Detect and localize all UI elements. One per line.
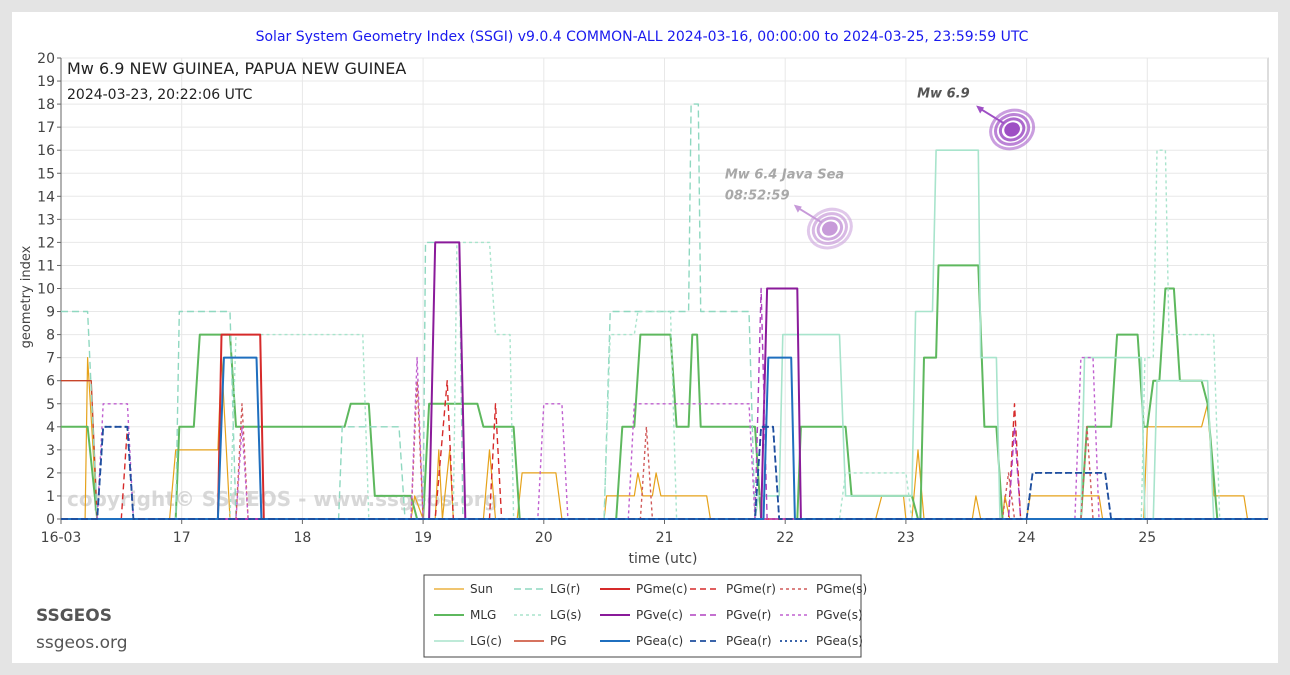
y-tick-label: 6 (46, 374, 55, 390)
marker-sublabel: 08:52:59 (725, 189, 790, 204)
chart-title: Solar System Geometry Index (SSGI) v9.0.… (256, 29, 1029, 45)
marker-label: Mw 6.4 Java Sea (725, 168, 844, 183)
legend-label: LG(s) (550, 608, 582, 622)
event-title: Mw 6.9 NEW GUINEA, PAPUA NEW GUINEA (67, 59, 406, 78)
y-tick-label: 1 (46, 489, 55, 505)
legend-label: PGme(s) (816, 582, 867, 596)
x-tick-label: 21 (656, 530, 674, 546)
y-axis-label: geometry index (19, 245, 34, 348)
brand-url: ssgeos.org (36, 633, 128, 653)
x-tick-label: 18 (293, 530, 311, 546)
grid (60, 57, 1269, 520)
x-tick-label: 24 (1018, 530, 1036, 546)
y-tick-label: 7 (46, 351, 55, 367)
y-tick-label: 10 (37, 282, 55, 298)
legend-label: Sun (470, 582, 493, 596)
legend-label: PGme(r) (726, 582, 776, 596)
y-tick-label: 14 (37, 189, 55, 205)
y-tick-label: 5 (46, 397, 55, 413)
x-tick-label: 16-03 (41, 530, 82, 546)
legend-label: PGea(r) (726, 634, 772, 648)
y-tick-label: 15 (37, 166, 55, 182)
chart-frame: Solar System Geometry Index (SSGI) v9.0.… (12, 12, 1278, 663)
legend-label: MLG (470, 608, 496, 622)
marker-label: Mw 6.9 (917, 86, 970, 101)
y-tick-label: 13 (37, 212, 55, 228)
y-tick-label: 12 (37, 235, 55, 251)
y-tick-label: 3 (46, 443, 55, 459)
y-tick-label: 0 (46, 512, 55, 528)
legend-label: PGea(s) (816, 634, 863, 648)
legend-label: PG (550, 634, 567, 648)
y-tick-label: 18 (37, 97, 55, 113)
x-tick-label: 23 (897, 530, 915, 546)
y-tick-label: 9 (46, 305, 55, 321)
y-tick-label: 4 (46, 420, 55, 436)
y-tick-label: 8 (46, 328, 55, 344)
y-tick-label: 2 (46, 466, 55, 482)
legend-label: PGme(c) (636, 582, 688, 596)
x-tick-label: 22 (776, 530, 794, 546)
legend-label: LG(c) (470, 634, 502, 648)
legend-label: PGea(c) (636, 634, 683, 648)
x-tick-label: 17 (173, 530, 191, 546)
legend-label: LG(r) (550, 582, 580, 596)
x-tick-label: 19 (414, 530, 432, 546)
y-tick-label: 16 (37, 143, 55, 159)
y-tick-label: 17 (37, 120, 55, 136)
x-tick-label: 25 (1138, 530, 1156, 546)
legend-label: PGve(s) (816, 608, 863, 622)
x-tick-label: 20 (535, 530, 553, 546)
y-tick-label: 11 (37, 258, 55, 274)
chart-svg: Solar System Geometry Index (SSGI) v9.0.… (19, 29, 1269, 658)
legend-label: PGve(r) (726, 608, 771, 622)
event-time: 2024-03-23, 20:22:06 UTC (67, 87, 253, 103)
x-axis-label: time (utc) (628, 551, 697, 567)
brand-name: SSGEOS (36, 606, 112, 626)
y-tick-label: 19 (37, 74, 55, 90)
legend: Sun LG(r) PGme(c) PGme(r) PGme(s) MLG LG(s) PGv… (423, 574, 867, 658)
legend-label: PGve(c) (636, 608, 683, 622)
y-tick-label: 20 (37, 51, 55, 67)
